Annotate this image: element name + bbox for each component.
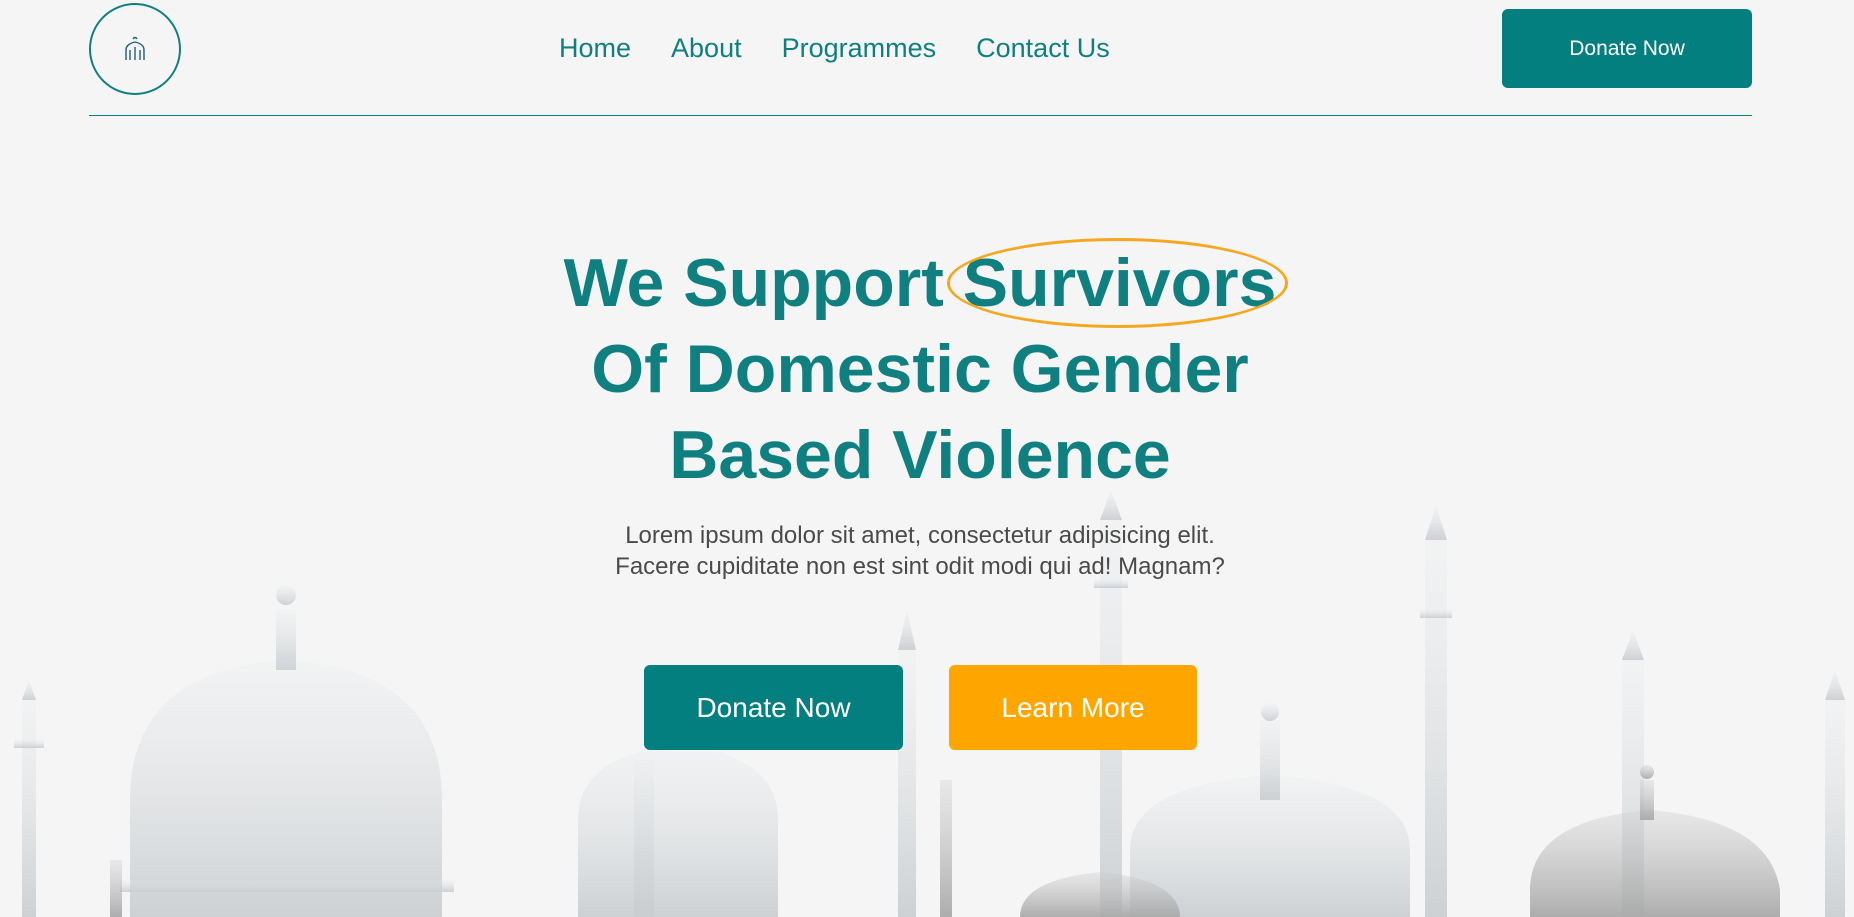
learn-more-button[interactable]: Learn More xyxy=(949,665,1197,750)
landing-page: Home About Programmes Contact Us Donate … xyxy=(0,0,1854,917)
mosque-logo-icon xyxy=(125,36,145,60)
hero-section: We Support Survivors Of Domestic Gender … xyxy=(0,238,1840,750)
nav-home[interactable]: Home xyxy=(559,30,631,66)
hero-title-prefix: We Support xyxy=(563,245,963,321)
nav-about[interactable]: About xyxy=(671,30,742,66)
hero-actions: Donate Now Learn More xyxy=(644,665,1197,750)
site-header: Home About Programmes Contact Us Donate … xyxy=(89,0,1752,116)
hero-title-highlight-text: Survivors xyxy=(962,245,1277,321)
donate-now-button[interactable]: Donate Now xyxy=(644,665,903,750)
hero-title: We Support Survivors Of Domestic Gender … xyxy=(0,238,1840,498)
main-nav: Home About Programmes Contact Us xyxy=(559,30,1110,66)
hero-title-line3: Based Violence xyxy=(669,417,1171,493)
hero-subtitle-line2: Facere cupiditate non est sint odit modi… xyxy=(615,553,1225,580)
nav-contact-us[interactable]: Contact Us xyxy=(976,30,1110,66)
hero-title-line2: Of Domestic Gender xyxy=(591,331,1249,407)
nav-programmes[interactable]: Programmes xyxy=(782,30,937,66)
hero-title-highlight: Survivors xyxy=(946,238,1289,328)
logo[interactable] xyxy=(89,3,181,95)
header-donate-button[interactable]: Donate Now xyxy=(1502,9,1752,88)
hero-subtitle: Lorem ipsum dolor sit amet, consectetur … xyxy=(0,520,1840,582)
hero-subtitle-line1: Lorem ipsum dolor sit amet, consectetur … xyxy=(625,522,1215,549)
